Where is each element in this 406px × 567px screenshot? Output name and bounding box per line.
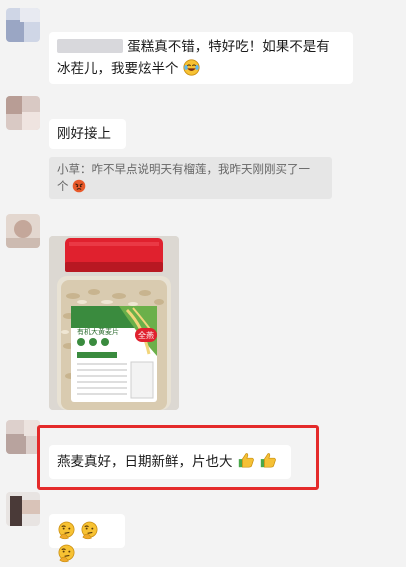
avatar[interactable] — [6, 214, 40, 248]
oatmeal-jar-photo[interactable]: 全燕 有机大黄麦片 — [49, 236, 179, 410]
avatar[interactable] — [6, 8, 40, 42]
avatar[interactable] — [6, 96, 40, 130]
avatar[interactable] — [6, 420, 40, 454]
message-bubble[interactable] — [49, 514, 125, 563]
highlight-annotation-box — [37, 425, 319, 490]
quoted-message[interactable]: 小草：咋不早点说明天有榴莲，我昨天刚刚买了一 个 — [49, 157, 332, 199]
quote-text: 小草：咋不早点说明天有榴莲，我昨天刚刚买了一 — [57, 162, 310, 176]
angry-emoji-icon — [72, 179, 86, 193]
message-text: 冰茬儿，我要炫半个 — [57, 61, 179, 77]
oatmeal-jar-illustration: 全燕 有机大黄麦片 — [49, 236, 179, 410]
message-text-blurred-prefix — [57, 39, 123, 53]
laughing-crying-emoji-icon — [183, 59, 200, 76]
thinking-face-emoji-icon — [81, 521, 98, 540]
message-bubble[interactable]: 刚好接上 — [49, 119, 126, 149]
message-text: 蛋糕真不错，特好吃！如果不是有 — [127, 39, 330, 55]
message-text: 刚好接上 — [57, 126, 111, 142]
quote-text: 个 — [57, 179, 69, 193]
message-bubble[interactable]: 蛋糕真不错，特好吃！如果不是有 冰茬儿，我要炫半个 — [49, 32, 353, 84]
jar-badge-text: 全燕 — [138, 330, 154, 340]
thinking-face-emoji-icon — [58, 544, 75, 563]
avatar[interactable] — [6, 492, 40, 526]
thinking-emoji-group — [57, 521, 99, 564]
jar-label-text: 有机大黄麦片 — [77, 327, 119, 336]
thinking-face-emoji-icon — [58, 521, 75, 540]
